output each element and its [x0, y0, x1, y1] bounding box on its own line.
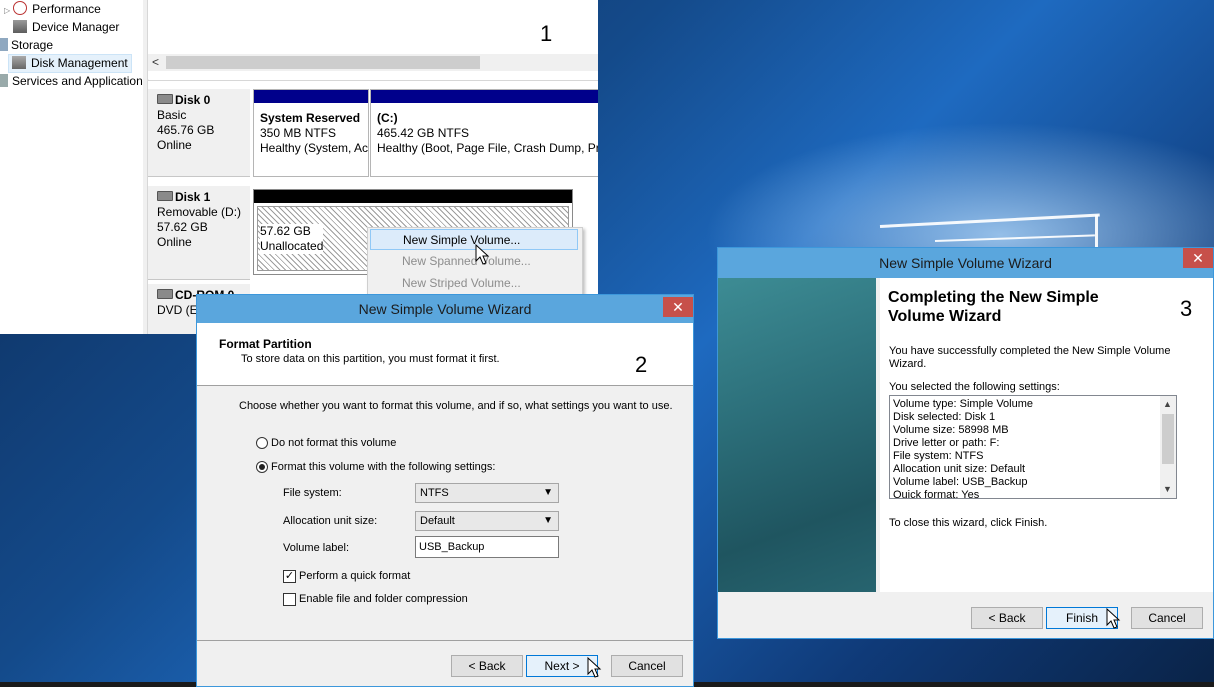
- tree-item-disk-management[interactable]: Disk Management: [8, 54, 132, 73]
- completion-message: You have successfully completed the New …: [889, 345, 1171, 370]
- close-button[interactable]: ✕: [663, 297, 693, 317]
- scroll-up-icon[interactable]: ▲: [1163, 399, 1172, 409]
- disk-icon: [157, 94, 173, 104]
- chevron-down-icon: ▼: [543, 487, 553, 498]
- scroll-left-icon[interactable]: <: [152, 55, 159, 69]
- partition-system-reserved[interactable]: System Reserved 350 MB NTFS Healthy (Sys…: [253, 89, 369, 177]
- partition-c-drive[interactable]: (C:) 465.42 GB NTFS Healthy (Boot, Page …: [370, 89, 598, 177]
- allocation-unit-label: Allocation unit size:: [283, 515, 378, 527]
- quick-format-checkbox[interactable]: ✓: [283, 570, 296, 583]
- partition-bar: [371, 90, 598, 103]
- compression-label[interactable]: Enable file and folder compression: [299, 593, 468, 605]
- cancel-button[interactable]: Cancel: [611, 655, 683, 677]
- tree-item-storage[interactable]: Storage: [0, 37, 53, 54]
- device-manager-icon: [13, 20, 27, 33]
- partition-bar: [254, 90, 368, 103]
- wizard-title: New Simple Volume Wizard: [879, 255, 1052, 271]
- completion-heading: Completing the New Simple Volume Wizard: [888, 289, 1099, 325]
- back-button[interactable]: < Back: [451, 655, 523, 677]
- console-tree: ▷ Performance Device Manager Storage Disk…: [0, 0, 149, 334]
- step-number-2: 2: [635, 352, 648, 377]
- partition-bar: [254, 190, 572, 203]
- allocation-unit-select[interactable]: Default ▼: [415, 511, 559, 531]
- footer-separator: [197, 640, 693, 641]
- settings-summary-box[interactable]: Volume type: Simple Volume Disk selected…: [889, 395, 1177, 499]
- computer-management-window: ▷ Performance Device Manager Storage Disk…: [0, 0, 598, 334]
- wizard-side-banner: [718, 278, 876, 592]
- menu-item-new-spanned-volume[interactable]: New Spanned Volume...: [370, 251, 578, 272]
- scrollbar-thumb[interactable]: [1162, 414, 1174, 464]
- format-prompt: Choose whether you want to format this v…: [239, 400, 673, 412]
- context-menu: New Simple Volume... New Spanned Volume.…: [367, 227, 583, 297]
- scroll-down-icon[interactable]: ▼: [1163, 484, 1172, 494]
- horizontal-scrollbar[interactable]: <: [148, 54, 598, 71]
- mouse-pointer-icon: [475, 243, 490, 265]
- close-button[interactable]: ✕: [1183, 248, 1213, 268]
- settings-caption: You selected the following settings:: [889, 381, 1060, 393]
- tree-item-services-and-applications[interactable]: Services and Applications: [0, 73, 149, 90]
- back-button[interactable]: < Back: [971, 607, 1043, 629]
- finish-hint: To close this wizard, click Finish.: [889, 517, 1048, 529]
- radio-do-not-format-label[interactable]: Do not format this volume: [271, 437, 396, 449]
- wizard-title-bar[interactable]: New Simple Volume Wizard ✕: [718, 248, 1213, 278]
- radio-format-volume[interactable]: [256, 461, 268, 473]
- step-number-1: 1: [540, 21, 553, 46]
- cancel-button[interactable]: Cancel: [1131, 607, 1203, 629]
- header-subtitle: To store data on this partition, you mus…: [241, 353, 500, 365]
- vertical-scrollbar[interactable]: ▲ ▼: [1160, 396, 1176, 498]
- menu-item-new-striped-volume[interactable]: New Striped Volume...: [370, 273, 578, 294]
- wizard-content: Completing the New Simple Volume Wizard …: [880, 278, 1213, 592]
- wallpaper-light-beam: [879, 213, 1100, 228]
- disk-icon: [157, 191, 173, 201]
- radio-do-not-format[interactable]: [256, 437, 268, 449]
- tree-item-device-manager[interactable]: Device Manager: [13, 19, 119, 36]
- header-separator: [197, 385, 693, 386]
- format-partition-wizard-window: New Simple Volume Wizard ✕ Format Partit…: [196, 294, 694, 687]
- menu-item-new-simple-volume[interactable]: New Simple Volume...: [370, 229, 578, 250]
- storage-icon: [0, 38, 8, 51]
- radio-format-volume-label[interactable]: Format this volume with the following se…: [271, 461, 495, 473]
- volume-label-label: Volume label:: [283, 542, 350, 554]
- compression-checkbox[interactable]: [283, 593, 296, 606]
- file-system-select[interactable]: NTFS ▼: [415, 483, 559, 503]
- wizard-title: New Simple Volume Wizard: [358, 301, 532, 317]
- mouse-pointer-icon: [587, 656, 602, 678]
- step-number-3: 3: [1180, 296, 1193, 321]
- wizard-header: Format Partition To store data on this p…: [197, 323, 693, 385]
- wizard-title-bar[interactable]: New Simple Volume Wizard ✕: [197, 295, 693, 323]
- chevron-down-icon: ▼: [543, 515, 553, 526]
- header-title: Format Partition: [219, 337, 312, 351]
- wallpaper-light-beam: [934, 234, 1095, 242]
- disk-management-icon: [12, 56, 26, 69]
- scrollbar-thumb[interactable]: [166, 56, 480, 69]
- performance-icon: [13, 1, 28, 15]
- tree-item-performance[interactable]: ▷ Performance: [4, 1, 101, 18]
- disk-0-label[interactable]: Disk 0 Basic 465.76 GB Online: [148, 89, 250, 177]
- completing-wizard-window: New Simple Volume Wizard ✕ Completing th…: [717, 247, 1214, 639]
- disk-1-label[interactable]: Disk 1 Removable (D:) 57.62 GB Online: [148, 186, 250, 280]
- settings-summary-text: Volume type: Simple Volume Disk selected…: [893, 398, 1034, 499]
- file-system-label: File system:: [283, 487, 342, 499]
- quick-format-label[interactable]: Perform a quick format: [299, 570, 410, 582]
- services-icon: [0, 74, 8, 87]
- cdrom-icon: [157, 289, 173, 299]
- mouse-pointer-icon: [1106, 607, 1121, 629]
- volume-label-input[interactable]: USB_Backup: [415, 536, 559, 558]
